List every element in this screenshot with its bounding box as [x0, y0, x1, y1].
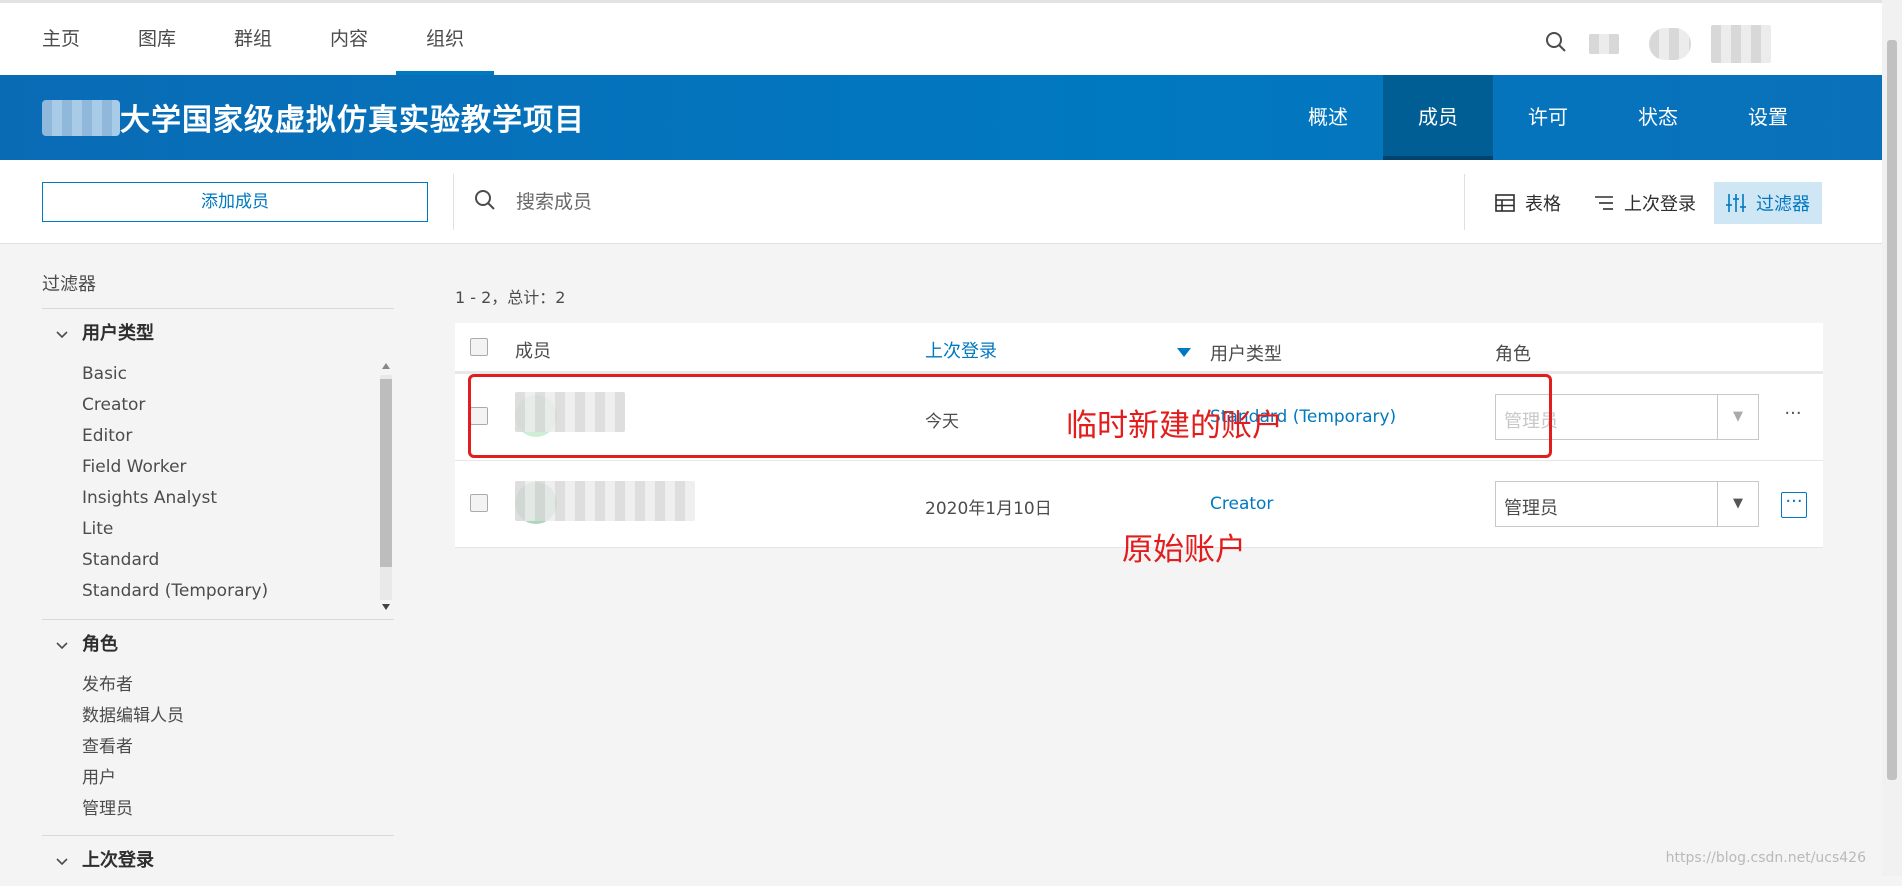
nav-gallery[interactable]: 图库 — [138, 3, 176, 75]
sort-last-login-button[interactable]: 上次登录 — [1594, 182, 1696, 224]
chevron-down-icon — [56, 309, 70, 359]
filter-label: 过滤器 — [1756, 194, 1810, 215]
filter-option-standard[interactable]: Standard — [82, 545, 394, 576]
page-scrollbar[interactable] — [1882, 0, 1902, 876]
member-name[interactable] — [515, 481, 695, 521]
more-options-icon[interactable]: ··· — [1781, 492, 1807, 518]
results-count: 1 - 2，总计：2 — [455, 288, 566, 307]
filter-option-creator[interactable]: Creator — [82, 390, 394, 421]
watermark: https://blog.csdn.net/ucs426 — [1665, 850, 1866, 866]
filter-button[interactable]: 过滤器 — [1714, 182, 1822, 224]
chevron-down-icon: ▼ — [1717, 395, 1758, 439]
filter-option-standard-temporary[interactable]: Standard (Temporary) — [82, 576, 394, 607]
nav-organization[interactable]: 组织 — [396, 3, 495, 75]
filter-option-publisher[interactable]: 发布者 — [82, 670, 394, 701]
tab-members[interactable]: 成员 — [1383, 75, 1493, 160]
chevron-down-icon — [56, 620, 70, 670]
members-toolbar: 添加成员 表格 上次登录 过滤器 — [0, 160, 1882, 244]
filter-group-title: 上次登录 — [82, 850, 154, 871]
more-options-icon[interactable]: ··· — [1781, 405, 1805, 429]
add-member-button[interactable]: 添加成员 — [42, 182, 428, 222]
top-navigation: 主页 图库 群组 内容 组织 — [0, 0, 1882, 75]
filter-list-scrollbar[interactable] — [378, 359, 392, 614]
sort-icon — [1595, 196, 1613, 210]
nav-groups[interactable]: 群组 — [234, 3, 272, 75]
tab-overview[interactable]: 概述 — [1273, 75, 1383, 160]
table-header: 成员 上次登录 用户类型 角色 — [455, 323, 1823, 374]
top-nav-user-area — [1545, 25, 1771, 63]
sort-label: 上次登录 — [1624, 194, 1696, 215]
org-title: 大学国家级虚拟仿真实验教学项目 — [120, 103, 585, 138]
org-tabs: 概述 成员 许可 状态 设置 — [1273, 75, 1823, 160]
filter-option-editor[interactable]: Editor — [82, 421, 394, 452]
filter-option-viewer[interactable]: 查看者 — [82, 732, 394, 763]
filter-option-insights-analyst[interactable]: Insights Analyst — [82, 483, 394, 514]
chevron-down-icon — [56, 836, 70, 886]
tab-licenses[interactable]: 许可 — [1493, 75, 1603, 160]
table-view-label: 表格 — [1525, 194, 1561, 215]
column-member[interactable]: 成员 — [515, 337, 551, 363]
table-icon — [1495, 194, 1515, 212]
top-nav-links: 主页 图库 群组 内容 组织 — [42, 3, 522, 75]
filter-option-field-worker[interactable]: Field Worker — [82, 452, 394, 483]
annotation-original-account: 原始账户 — [1122, 532, 1246, 568]
filter-option-basic[interactable]: Basic — [82, 359, 394, 390]
nav-content[interactable]: 内容 — [330, 3, 368, 75]
column-last-login[interactable]: 上次登录 — [925, 337, 997, 363]
column-user-type[interactable]: 用户类型 — [1210, 340, 1282, 366]
toolbar-divider — [1464, 174, 1465, 230]
filter-option-lite[interactable]: Lite — [82, 514, 394, 545]
filter-group-title: 用户类型 — [82, 323, 154, 344]
org-logo — [42, 100, 120, 136]
sort-descending-icon — [1177, 342, 1191, 361]
tab-settings[interactable]: 设置 — [1713, 75, 1823, 160]
role-list: 发布者 数据编辑人员 查看者 用户 管理员 — [42, 670, 394, 825]
toolbar-divider — [453, 174, 454, 230]
avatar[interactable] — [1649, 28, 1691, 60]
notification-icon[interactable] — [1589, 34, 1619, 54]
search-icon — [474, 189, 496, 215]
filter-group-title: 角色 — [82, 634, 118, 655]
tab-status[interactable]: 状态 — [1603, 75, 1713, 160]
filter-group-role[interactable]: 角色 — [42, 620, 394, 670]
last-login-value: 2020年1月10日 — [925, 499, 1052, 519]
user-name[interactable] — [1711, 25, 1771, 63]
filter-icon — [1726, 194, 1746, 212]
user-type-link[interactable]: Creator — [1210, 494, 1273, 514]
filter-heading: 过滤器 — [42, 274, 96, 295]
search-members-input[interactable] — [514, 184, 1118, 220]
role-value: 管理员 — [1504, 498, 1558, 519]
role-select[interactable]: 管理员 ▼ — [1495, 481, 1759, 527]
search-icon[interactable] — [1545, 31, 1567, 57]
annotation-temp-account: 临时新建的账户 — [1066, 408, 1283, 444]
filter-group-last-login[interactable]: 上次登录 — [42, 836, 394, 886]
annotation-highlight-box — [468, 374, 1552, 458]
table-view-button[interactable]: 表格 — [1495, 182, 1561, 224]
chevron-down-icon: ▼ — [1717, 482, 1758, 526]
nav-home[interactable]: 主页 — [42, 3, 80, 75]
filter-sidebar: 过滤器 用户类型 Basic Creator Editor Field Work… — [42, 270, 394, 886]
select-all-checkbox[interactable] — [470, 338, 488, 356]
user-type-list: Basic Creator Editor Field Worker Insigh… — [42, 359, 394, 619]
filter-group-user-type[interactable]: 用户类型 — [42, 309, 394, 359]
column-role: 角色 — [1495, 344, 1531, 365]
filter-option-user[interactable]: 用户 — [82, 763, 394, 794]
filter-option-data-editor[interactable]: 数据编辑人员 — [82, 701, 394, 732]
row-checkbox[interactable] — [470, 494, 488, 512]
filter-option-administrator[interactable]: 管理员 — [82, 794, 394, 825]
org-banner: 大学国家级虚拟仿真实验教学项目 概述 成员 许可 状态 设置 — [0, 75, 1882, 160]
